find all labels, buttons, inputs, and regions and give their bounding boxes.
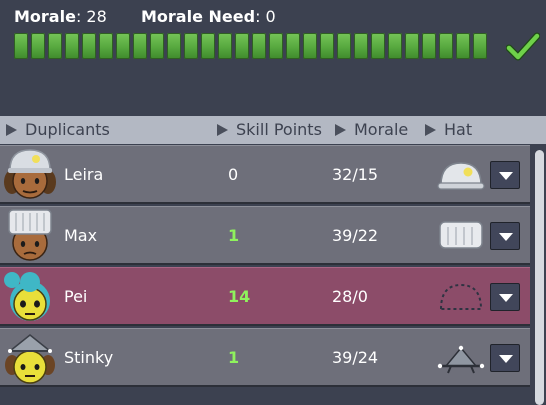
- hat-dropdown-button[interactable]: [490, 222, 520, 250]
- morale-bar-segment: [116, 33, 130, 59]
- morale-bar-segment: [371, 33, 385, 59]
- duplicant-name: Stinky: [64, 348, 114, 367]
- duplicant-row[interactable]: Stinky 1 39/24: [0, 328, 530, 387]
- morale-bar-segment: [133, 33, 147, 59]
- morale-label: Morale: [14, 7, 76, 26]
- chevron-down-icon: [499, 233, 513, 241]
- morale-bar-segment: [456, 33, 470, 59]
- hat-dropdown-button[interactable]: [490, 161, 520, 189]
- hard-hat-icon: [437, 162, 485, 190]
- sort-triangle-icon: [335, 123, 346, 136]
- skill-points-value: 1: [228, 348, 240, 367]
- column-header-duplicants[interactable]: Duplicants: [6, 120, 110, 139]
- morale-value: 28/0: [332, 287, 368, 306]
- sort-triangle-icon: [6, 123, 17, 136]
- morale-bar-segment: [150, 33, 164, 59]
- scrollbar[interactable]: [533, 145, 546, 405]
- chevron-down-icon: [499, 355, 513, 363]
- morale-bar-segment: [252, 33, 266, 59]
- chevron-down-icon: [499, 172, 513, 180]
- morale-bar-segment: [405, 33, 419, 59]
- morale-bar-segment: [303, 33, 317, 59]
- morale-bar-segment: [99, 33, 113, 59]
- morale-bar-segment: [439, 33, 453, 59]
- morale-bar-segment: [82, 33, 96, 59]
- morale-bar-segment: [354, 33, 368, 59]
- skill-points-value: 14: [228, 287, 251, 306]
- morale-bar-segment: [269, 33, 283, 59]
- morale-bar-segment: [167, 33, 181, 59]
- morale-bar-segment: [14, 33, 28, 59]
- morale-bar-segment: [48, 33, 62, 59]
- duplicant-name: Leira: [64, 165, 104, 184]
- tinker-hat-icon: [437, 345, 485, 374]
- morale-bar: [14, 33, 487, 59]
- morale-bar-segment: [65, 33, 79, 59]
- morale-bar-segment: [320, 33, 334, 59]
- scrollbar-thumb[interactable]: [535, 150, 544, 405]
- morale-need-label: Morale Need: [141, 7, 256, 26]
- morale-need-readout: Morale Need: 0: [141, 7, 276, 26]
- table-header: Duplicants Skill Points Morale Hat: [0, 116, 546, 144]
- morale-value: 28: [86, 7, 107, 26]
- morale-bar-segment: [31, 33, 45, 59]
- duplicant-portrait: [8, 209, 52, 261]
- morale-bar-segment: [337, 33, 351, 59]
- morale-bar-segment: [201, 33, 215, 59]
- duplicant-portrait: [4, 272, 50, 321]
- morale-bar-segment: [422, 33, 436, 59]
- column-header-skill-points[interactable]: Skill Points: [217, 120, 322, 139]
- duplicant-name: Max: [64, 226, 98, 245]
- morale-value: 32/15: [332, 165, 379, 184]
- morale-bar-segment: [286, 33, 300, 59]
- morale-bar-segment: [388, 33, 402, 59]
- column-header-hat[interactable]: Hat: [425, 120, 472, 139]
- morale-need-value: 0: [265, 7, 276, 26]
- morale-value: 39/22: [332, 226, 379, 245]
- sort-triangle-icon: [217, 123, 228, 136]
- duplicant-portrait: [5, 334, 55, 384]
- duplicant-row[interactable]: Pei 14 28/0: [0, 267, 530, 326]
- hat-dropdown-button[interactable]: [490, 283, 520, 311]
- duplicant-name: Pei: [64, 287, 88, 306]
- morale-bar-segment: [235, 33, 249, 59]
- duplicant-portrait: [4, 149, 56, 199]
- morale-bar-segment: [218, 33, 232, 59]
- duplicant-row[interactable]: Leira 0 32/15: [0, 145, 530, 204]
- sort-triangle-icon: [425, 123, 436, 136]
- morale-value: 39/24: [332, 348, 379, 367]
- skill-points-value: 1: [228, 226, 240, 245]
- chevron-down-icon: [499, 294, 513, 302]
- morale-readout: Morale: 28: [14, 7, 107, 26]
- empty-hat-slot-icon: [439, 283, 483, 310]
- checkmark-icon: [506, 32, 540, 61]
- morale-bar-segment: [473, 33, 487, 59]
- hat-dropdown-button[interactable]: [490, 344, 520, 372]
- column-header-morale[interactable]: Morale: [335, 120, 408, 139]
- morale-panel: Morale: 28 Morale Need: 0: [0, 0, 546, 112]
- morale-bar-segment: [184, 33, 198, 59]
- duplicant-row[interactable]: Max 1 39/22: [0, 206, 530, 265]
- skill-points-value: 0: [228, 165, 239, 184]
- chef-hat-icon: [439, 221, 483, 249]
